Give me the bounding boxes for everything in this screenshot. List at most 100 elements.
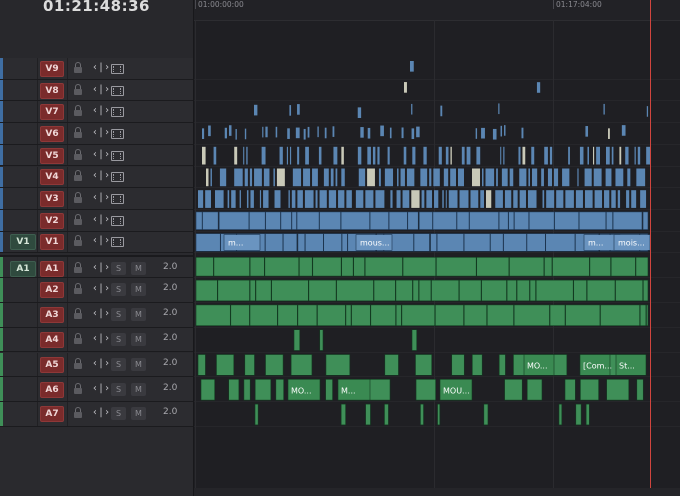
lock-icon[interactable] — [74, 61, 82, 75]
audio-clip[interactable] — [586, 279, 616, 302]
audio-clip[interactable] — [290, 354, 313, 376]
video-clip[interactable] — [440, 105, 443, 117]
audio-clip[interactable] — [364, 256, 403, 277]
video-clip[interactable] — [578, 211, 607, 230]
video-clip[interactable] — [549, 146, 553, 165]
video-clip[interactable] — [456, 211, 470, 230]
video-clip[interactable] — [323, 168, 329, 187]
audio-clip[interactable] — [254, 378, 272, 401]
video-clip[interactable] — [346, 190, 352, 208]
audio-clip[interactable] — [325, 354, 351, 376]
lock-icon[interactable] — [74, 333, 82, 346]
track-destination-v5[interactable]: V5 — [40, 147, 64, 164]
lock-icon[interactable] — [74, 83, 82, 97]
video-clip[interactable] — [531, 146, 535, 165]
video-track-header-v8[interactable]: V8 ‹|› — [0, 79, 193, 102]
audio-track-header-a5[interactable]: A5 ‹|› S M 2.0 — [0, 352, 193, 378]
source-patch-v1[interactable]: V1 — [10, 234, 36, 251]
film-icon[interactable] — [111, 194, 124, 205]
video-clip[interactable] — [318, 146, 322, 165]
video-clip[interactable] — [631, 190, 637, 208]
audio-clip[interactable] — [255, 279, 272, 302]
track-destination-a1[interactable]: A1 — [40, 260, 64, 277]
video-clip[interactable] — [390, 190, 393, 208]
solo-button[interactable]: S — [111, 261, 126, 275]
auto-select-icon[interactable]: ‹|› — [92, 333, 110, 344]
video-clip[interactable] — [527, 190, 537, 208]
video-clip[interactable] — [249, 168, 253, 187]
film-icon[interactable] — [111, 215, 124, 226]
audio-clip[interactable] — [319, 329, 324, 351]
lock-icon[interactable] — [74, 261, 82, 275]
video-clip[interactable] — [445, 146, 449, 165]
solo-button[interactable]: S — [111, 382, 126, 396]
video-clip[interactable] — [335, 168, 338, 187]
video-clip[interactable] — [341, 146, 344, 165]
video-clip[interactable] — [504, 125, 506, 136]
track-destination-v7[interactable]: V7 — [40, 104, 64, 121]
video-clip[interactable] — [413, 233, 430, 252]
audio-clip[interactable] — [384, 354, 399, 376]
audio-clip[interactable] — [549, 304, 566, 326]
video-track-header-v9[interactable]: V9 ‹|› — [0, 58, 193, 80]
lock-icon[interactable] — [74, 148, 82, 162]
audio-clip[interactable] — [526, 378, 543, 401]
video-clip[interactable] — [312, 168, 318, 187]
audio-clip[interactable] — [228, 378, 240, 401]
video-clip[interactable] — [249, 211, 266, 230]
video-clip[interactable] — [305, 146, 309, 165]
audio-clip[interactable] — [230, 304, 250, 326]
video-clip[interactable] — [367, 146, 371, 165]
video-clip[interactable] — [206, 168, 209, 187]
solo-button[interactable]: S — [111, 283, 126, 297]
audio-clip[interactable] — [565, 304, 601, 326]
auto-select-icon[interactable]: ‹|› — [92, 105, 110, 116]
video-clip[interactable] — [263, 168, 270, 187]
video-clip[interactable] — [426, 190, 433, 208]
audio-clip[interactable] — [646, 304, 649, 326]
track-destination-v1[interactable]: V1 — [40, 234, 64, 251]
video-clip[interactable] — [606, 146, 610, 165]
audio-clip[interactable] — [197, 354, 206, 376]
video-clip[interactable] — [297, 233, 306, 252]
audio-clip[interactable] — [558, 403, 563, 426]
mute-button[interactable]: M — [131, 283, 146, 297]
video-clip[interactable] — [584, 190, 593, 208]
solo-button[interactable]: S — [111, 407, 126, 421]
audio-clip[interactable] — [535, 279, 574, 302]
audio-clip[interactable] — [434, 304, 464, 326]
video-clip[interactable] — [411, 128, 415, 139]
mute-button[interactable]: M — [131, 382, 146, 396]
video-track-header-v4[interactable]: V4 ‹|› — [0, 166, 193, 189]
video-clip[interactable] — [195, 233, 221, 252]
audio-clip[interactable] — [340, 403, 346, 426]
video-clip[interactable] — [492, 128, 497, 140]
video-clip[interactable] — [627, 168, 631, 187]
video-clip[interactable] — [471, 168, 481, 187]
video-clip[interactable] — [288, 190, 290, 208]
video-clip[interactable] — [295, 127, 300, 139]
audio-clip[interactable] — [402, 256, 437, 277]
audio-clip[interactable] — [600, 304, 640, 326]
audio-clip[interactable] — [395, 304, 402, 326]
audio-clip[interactable] — [217, 279, 250, 302]
video-clip[interactable] — [246, 146, 248, 165]
video-clip[interactable] — [296, 211, 320, 230]
video-clip[interactable] — [402, 190, 410, 208]
video-clip[interactable] — [401, 127, 404, 139]
video-clip[interactable] — [482, 168, 484, 187]
audio-clip[interactable] — [265, 354, 284, 376]
video-clip[interactable] — [357, 107, 362, 118]
auto-select-icon[interactable]: ‹|› — [92, 283, 110, 294]
video-clip[interactable] — [210, 168, 212, 187]
video-clip[interactable] — [485, 168, 495, 187]
video-clip[interactable] — [541, 168, 544, 187]
track-destination-v4[interactable]: V4 — [40, 169, 64, 186]
audio-clip[interactable] — [365, 403, 371, 426]
audio-clip[interactable] — [585, 403, 590, 426]
video-clip[interactable] — [608, 128, 610, 139]
audio-clip[interactable] — [544, 256, 553, 277]
lock-icon[interactable] — [74, 357, 82, 371]
video-clip[interactable] — [546, 190, 555, 208]
video-clip[interactable] — [442, 190, 444, 208]
